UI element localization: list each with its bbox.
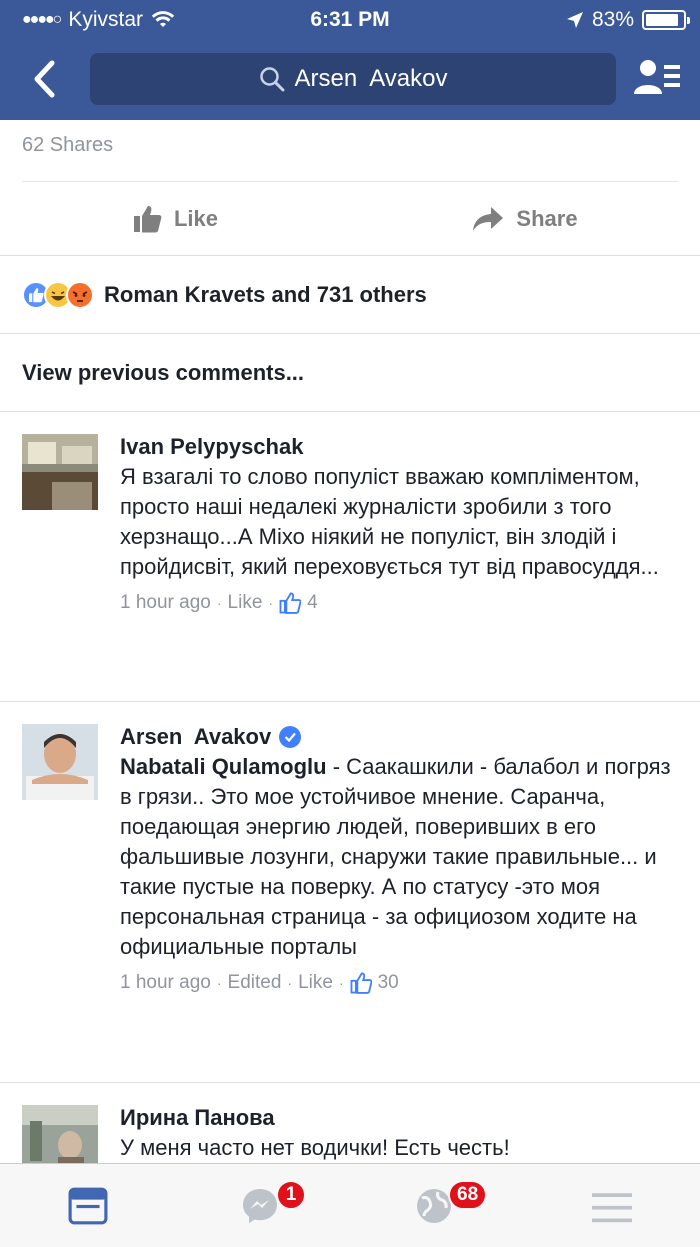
avatar[interactable]	[22, 434, 98, 510]
like-button[interactable]: Like	[0, 204, 350, 234]
thumbs-up-icon	[133, 205, 162, 232]
angry-reaction-icon	[66, 280, 94, 309]
comment-text: Nabatali Qulamoglu - Саакашкили - балабо…	[120, 752, 678, 962]
view-previous-comments[interactable]: View previous comments...	[0, 334, 700, 412]
like-count-icon	[279, 592, 302, 614]
shares-count[interactable]: 62 Shares	[22, 120, 678, 182]
share-button[interactable]: Share	[350, 206, 700, 232]
news-feed-tab-icon[interactable]	[68, 1186, 108, 1226]
location-arrow-icon	[566, 12, 583, 28]
back-chevron-icon	[34, 60, 55, 98]
messenger-tab[interactable]	[240, 1186, 280, 1226]
back-button[interactable]	[26, 56, 62, 102]
comment: Ivan Pelypyschak Я взагалі то слово попу…	[0, 412, 700, 702]
post-actions: Like Share	[0, 182, 700, 256]
menu-tab-icon[interactable]	[592, 1188, 632, 1228]
notifications-badge: 68	[448, 1180, 488, 1210]
bottom-tab-bar: 1 68	[0, 1163, 700, 1247]
reactions-summary[interactable]: Roman Kravets and 731 others	[0, 256, 700, 334]
avatar[interactable]	[22, 724, 98, 800]
comment: Arsen Avakov Nabatali Qulamoglu - Саакаш…	[0, 702, 700, 1083]
comment-author-name: Arsen Avakov	[120, 724, 272, 749]
comment-meta: 1 hour ago · Edited · Like · 30	[120, 972, 399, 994]
share-arrow-icon	[473, 206, 504, 231]
comment-body: - Саакашкили - балабол и погряз в грязи.…	[120, 754, 671, 959]
friend-requests-icon[interactable]	[632, 58, 682, 98]
comment-like-button[interactable]: Like	[228, 592, 263, 614]
avatar-photo	[22, 434, 98, 510]
comment-text: У меня часто нет водички! Есть честь!	[120, 1135, 510, 1160]
verified-badge-icon	[279, 726, 302, 748]
search-icon	[259, 67, 284, 92]
battery-group: 83%	[566, 8, 690, 32]
search-query: Arsen Avakov	[294, 65, 448, 92]
comment-text: Я взагалі то слово популіст вважаю компл…	[120, 464, 659, 579]
comment-author[interactable]: Ivan Pelypyschak	[120, 432, 678, 462]
comment-like-button[interactable]: Like	[298, 972, 333, 994]
avatar-photo	[22, 724, 98, 800]
search-field[interactable]: Arsen Avakov	[90, 53, 616, 105]
like-count-icon	[350, 972, 372, 994]
comment-time[interactable]: 1 hour ago	[120, 592, 211, 614]
reaction-icons	[22, 280, 94, 309]
comment-like-count[interactable]: 4	[307, 592, 318, 614]
comment-author[interactable]: Arsen Avakov	[120, 722, 678, 752]
top-bar: ●●●●○ Kyivstar 6:31 PM 83% Arsen Avakov	[0, 0, 700, 120]
comment-time[interactable]: 1 hour ago	[120, 972, 211, 994]
like-label: Like	[173, 205, 219, 231]
edited-label[interactable]: Edited	[228, 972, 282, 994]
battery-icon	[642, 10, 690, 30]
share-label: Share	[516, 205, 578, 231]
comment-like-count[interactable]: 30	[378, 972, 399, 994]
mentioned-user[interactable]: Nabatali Qulamoglu	[120, 754, 327, 779]
battery-percent: 83%	[591, 8, 634, 31]
comment-meta: 1 hour ago · Like · 4	[120, 592, 318, 614]
messenger-icon	[243, 1189, 277, 1223]
post-detail: 62 Shares Like Share Roman Kravets and 7…	[0, 120, 700, 1203]
messenger-badge: 1	[276, 1180, 306, 1210]
comment-author[interactable]: Ирина Панова	[120, 1103, 678, 1133]
status-bar: ●●●●○ Kyivstar 6:31 PM 83%	[0, 0, 700, 40]
reactions-text: Roman Kravets and 731 others	[104, 281, 427, 307]
